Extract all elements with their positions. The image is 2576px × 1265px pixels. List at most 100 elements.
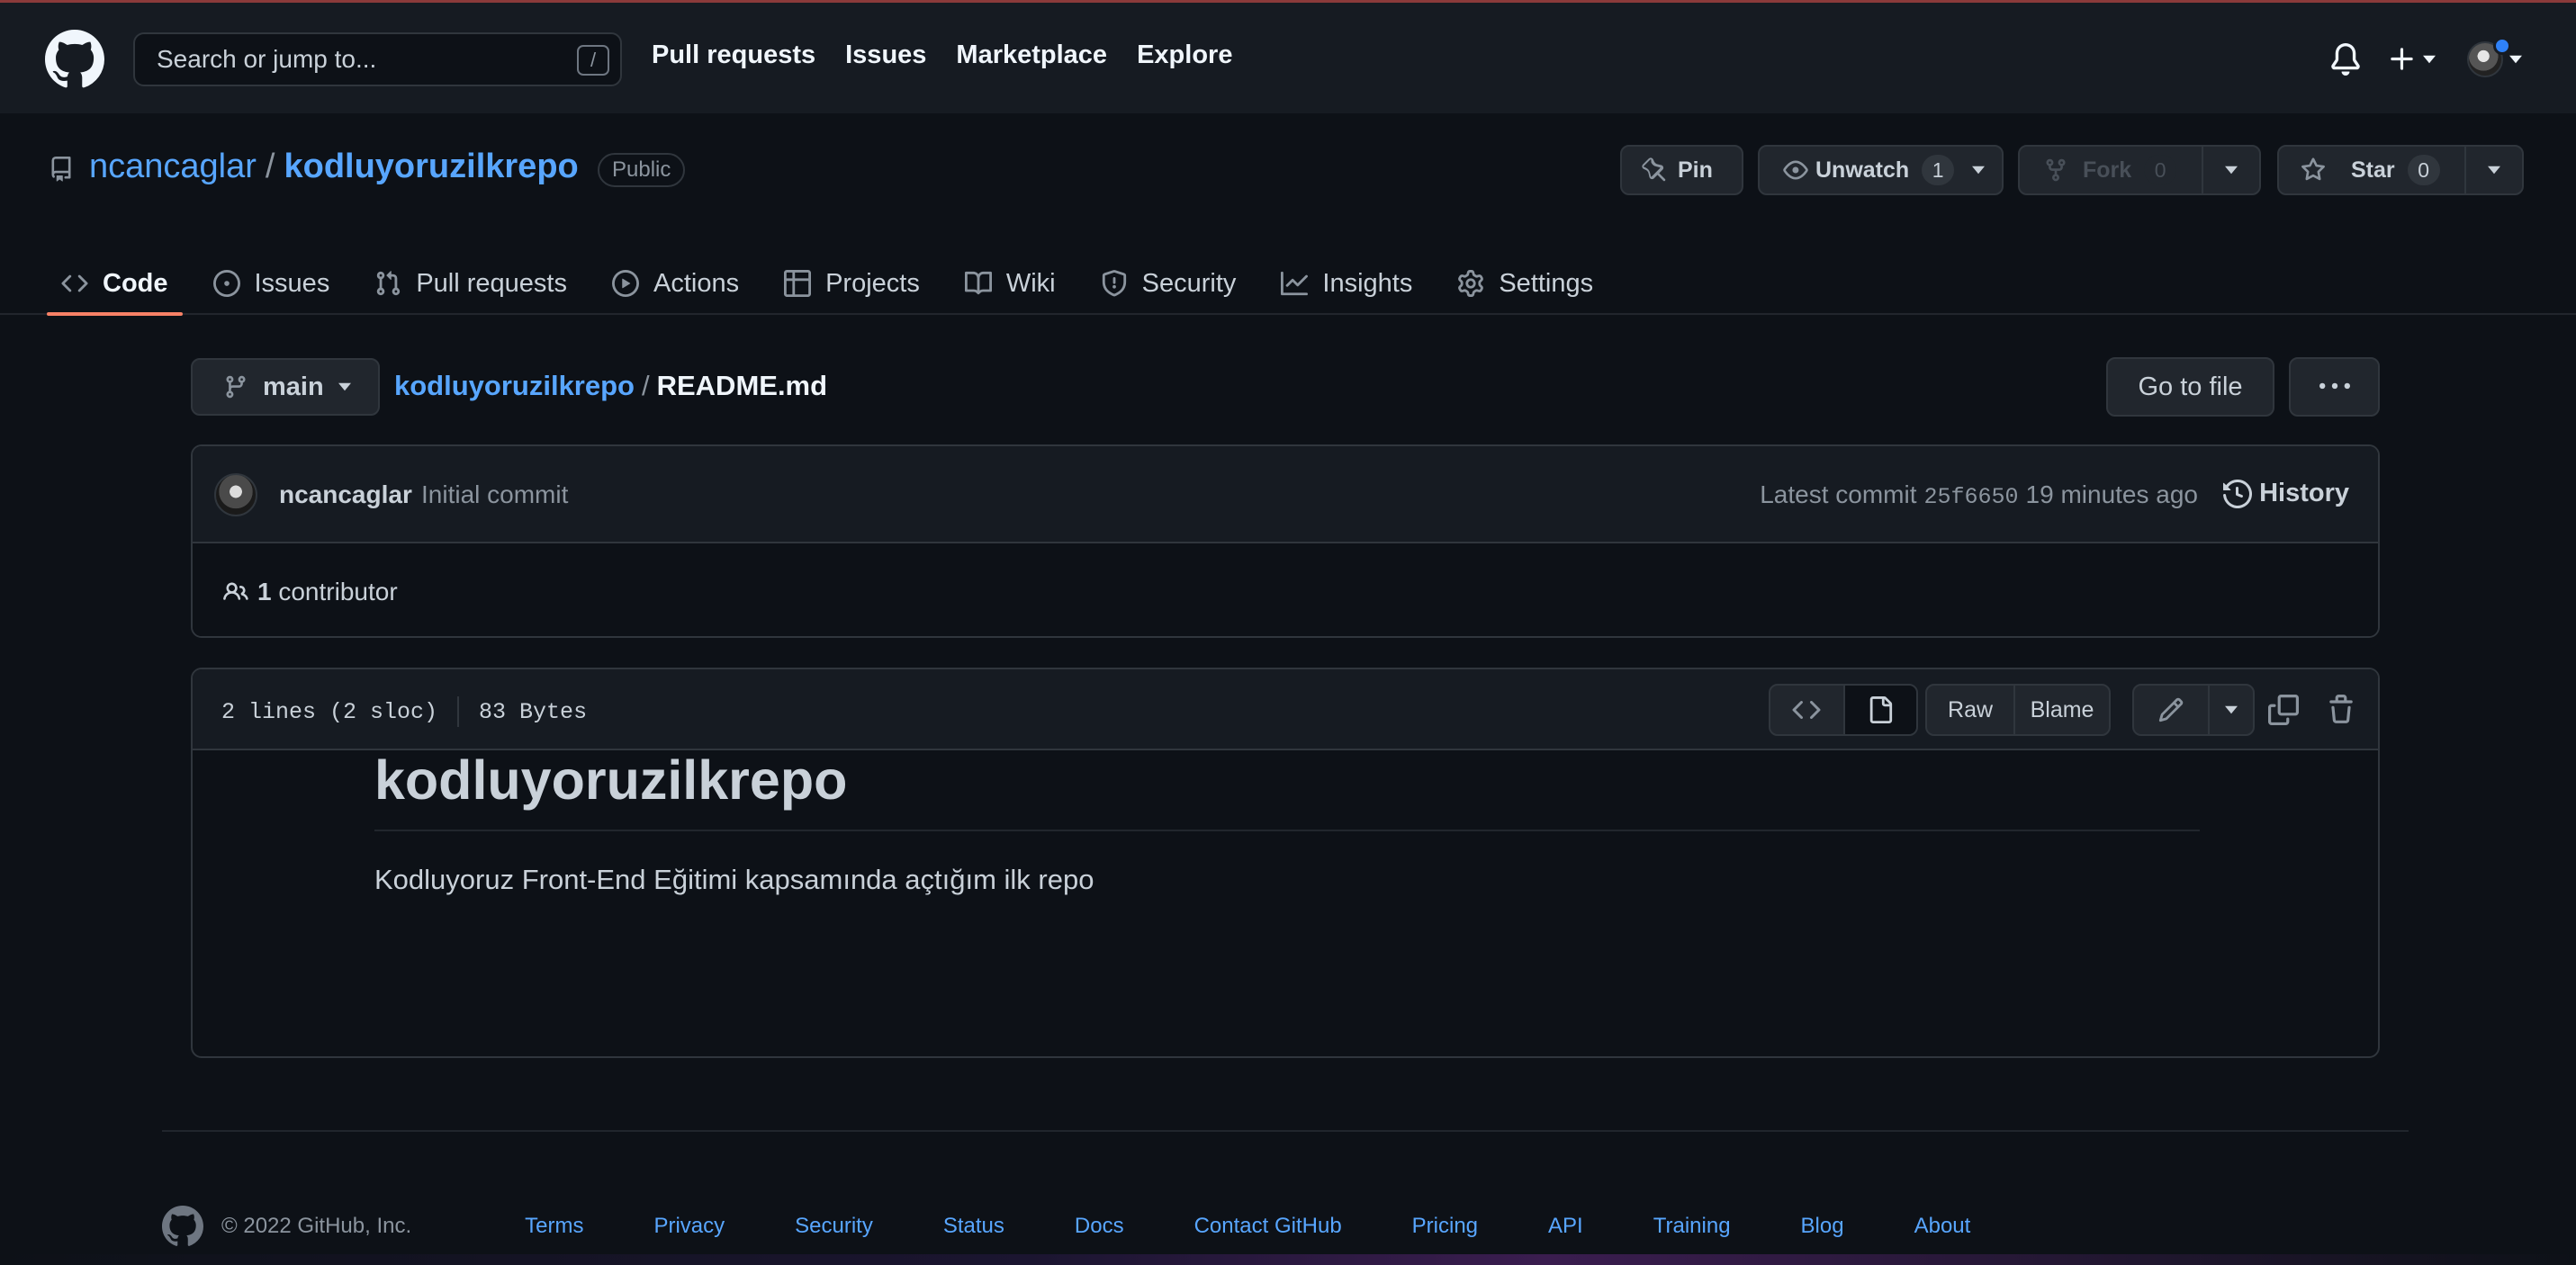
commit-author-avatar[interactable]: [214, 473, 257, 516]
breadcrumb: kodluyoruzilkrepo / README.md: [394, 370, 827, 402]
latest-commit-box: ncancaglar Initial commit Latest commit …: [191, 444, 2380, 638]
readme-paragraph: Kodluyoruz Front-End Eğitimi kapsamında …: [374, 864, 1094, 895]
gear-icon: [1458, 270, 1484, 297]
history-link[interactable]: History: [2223, 479, 2349, 508]
fork-dropdown-button[interactable]: [2202, 145, 2261, 195]
branch-name: main: [263, 372, 324, 401]
trash-icon[interactable]: [2326, 695, 2356, 725]
breadcrumb-repo-link[interactable]: kodluyoruzilkrepo: [394, 370, 635, 402]
edit-file-button[interactable]: [2134, 686, 2208, 734]
pin-label: Pin: [1678, 157, 1713, 183]
tab-settings[interactable]: Settings: [1443, 252, 1608, 315]
tab-pull-requests[interactable]: Pull requests: [360, 252, 581, 315]
tab-issues-label: Issues: [254, 268, 330, 298]
latest-commit-label: Latest commit: [1760, 480, 1917, 508]
search-placeholder: Search or jump to...: [157, 45, 377, 73]
people-icon: [223, 582, 248, 600]
chevron-down-icon: [2488, 166, 2500, 175]
raw-blame-group: Raw Blame: [1925, 684, 2111, 736]
fork-button[interactable]: Fork 0: [2018, 145, 2203, 195]
watch-counter: 1: [1922, 155, 1955, 185]
repo-header: ncancaglar / kodluyoruzilkrepo Public Pi…: [0, 113, 2576, 316]
display-source-button[interactable]: [1770, 686, 1843, 734]
footer-link-blog[interactable]: Blog: [1801, 1214, 1844, 1239]
footer-link-api[interactable]: API: [1548, 1214, 1583, 1239]
search-shortcut-key: /: [577, 45, 609, 76]
commit-author[interactable]: ncancaglar: [279, 480, 412, 509]
branch-selector[interactable]: main: [191, 358, 380, 416]
chevron-down-icon[interactable]: [2423, 55, 2436, 64]
commit-meta: Latest commit 25f6650 19 minutes ago: [1760, 480, 2198, 510]
tab-wiki[interactable]: Wiki: [950, 252, 1070, 315]
repo-tabs: Code Issues Pull requests Actions Projec…: [47, 252, 1624, 316]
tab-code[interactable]: Code: [47, 252, 183, 316]
go-to-file-button[interactable]: Go to file: [2106, 357, 2274, 417]
file-viewer: 2 lines (2 sloc) 83 Bytes Raw Blame kodl…: [191, 668, 2380, 1058]
nav-pull-requests[interactable]: Pull requests: [652, 40, 815, 70]
window-bottom-edge: [0, 1254, 2576, 1265]
footer-link-status[interactable]: Status: [943, 1214, 1004, 1239]
file-icon: [1870, 696, 1893, 723]
footer-link-privacy[interactable]: Privacy: [653, 1214, 725, 1239]
footer-links: Terms Privacy Security Status Docs Conta…: [525, 1214, 2040, 1239]
footer-copyright: © 2022 GitHub, Inc.: [221, 1214, 412, 1238]
fork-label: Fork: [2083, 157, 2132, 183]
footer-link-about[interactable]: About: [1914, 1214, 1971, 1239]
pencil-icon: [2158, 697, 2184, 722]
repo-title: ncancaglar / kodluyoruzilkrepo: [89, 148, 579, 186]
footer-link-contact[interactable]: Contact GitHub: [1194, 1214, 1342, 1239]
display-rendered-button[interactable]: [1842, 686, 1916, 734]
tab-actions[interactable]: Actions: [598, 252, 753, 315]
footer-divider: [162, 1130, 2409, 1132]
github-logo-icon[interactable]: [45, 30, 104, 89]
footer-link-terms[interactable]: Terms: [525, 1214, 583, 1239]
commit-sha[interactable]: 25f6650: [1924, 484, 2019, 510]
tab-security-label: Security: [1141, 268, 1237, 298]
footer-link-security[interactable]: Security: [795, 1214, 873, 1239]
tab-issues[interactable]: Issues: [199, 252, 345, 315]
more-options-button[interactable]: [2289, 357, 2380, 417]
graph-icon: [1281, 271, 1309, 296]
eye-icon: [1783, 160, 1808, 180]
commit-message[interactable]: Initial commit: [421, 480, 568, 509]
contributors-row[interactable]: 1 contributor: [193, 543, 2378, 636]
repo-name-link[interactable]: kodluyoruzilkrepo: [284, 148, 578, 186]
shield-icon: [1102, 270, 1126, 297]
raw-button[interactable]: Raw: [1927, 686, 2013, 734]
github-logo-icon[interactable]: [162, 1206, 203, 1247]
pin-button[interactable]: Pin: [1620, 145, 1743, 195]
bell-icon[interactable]: [2329, 43, 2362, 76]
footer-link-docs[interactable]: Docs: [1075, 1214, 1124, 1239]
notification-dot: [2493, 37, 2511, 55]
footer-link-pricing[interactable]: Pricing: [1412, 1214, 1478, 1239]
copy-icon[interactable]: [2268, 695, 2299, 725]
repo-owner-link[interactable]: ncancaglar: [89, 148, 257, 186]
star-icon: [2301, 157, 2325, 181]
tab-projects[interactable]: Projects: [770, 252, 934, 315]
search-input[interactable]: Search or jump to... /: [133, 32, 622, 86]
plus-icon[interactable]: [2387, 44, 2418, 75]
edit-group: [2132, 684, 2255, 736]
tab-insights-label: Insights: [1322, 268, 1413, 298]
chevron-down-icon[interactable]: [2509, 55, 2522, 64]
tab-code-label: Code: [103, 268, 168, 298]
chevron-down-icon: [338, 382, 351, 391]
footer-link-training[interactable]: Training: [1653, 1214, 1731, 1239]
tab-security[interactable]: Security: [1086, 252, 1251, 315]
star-counter: 0: [2407, 155, 2440, 185]
blame-button[interactable]: Blame: [2013, 686, 2109, 734]
tab-actions-label: Actions: [653, 268, 740, 298]
nav-explore[interactable]: Explore: [1137, 40, 1232, 70]
nav-marketplace[interactable]: Marketplace: [956, 40, 1107, 70]
contributors-text: 1 contributor: [257, 578, 398, 606]
star-dropdown-button[interactable]: [2464, 145, 2524, 195]
edit-dropdown-button[interactable]: [2207, 686, 2254, 734]
unwatch-button[interactable]: Unwatch 1: [1758, 145, 2004, 195]
tab-insights[interactable]: Insights: [1266, 252, 1427, 315]
star-button[interactable]: Star 0: [2277, 145, 2466, 195]
chevron-down-icon[interactable]: [1972, 166, 1986, 175]
nav-issues[interactable]: Issues: [845, 40, 926, 70]
chevron-down-icon: [2225, 166, 2238, 175]
readme-heading: kodluyoruzilkrepo: [374, 749, 2200, 831]
tab-settings-label: Settings: [1499, 268, 1594, 298]
